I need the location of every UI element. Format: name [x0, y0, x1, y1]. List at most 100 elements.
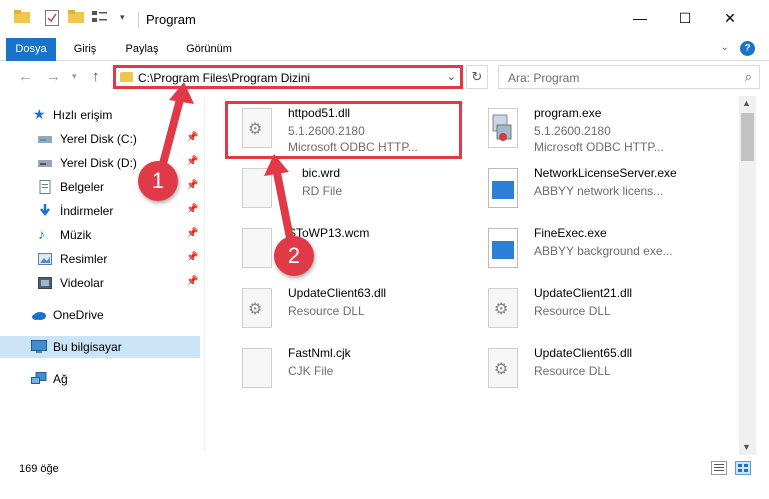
app-icon — [488, 228, 518, 268]
pin-icon[interactable]: 📌 — [186, 228, 198, 239]
star-icon: ★ — [33, 106, 46, 122]
file-item[interactable]: UpdateClient21.dll Resource DLL — [472, 280, 712, 336]
view-options-icon[interactable] — [92, 10, 110, 27]
file-item[interactable]: FastNml.cjk CJK File — [226, 340, 466, 396]
videos-icon — [38, 276, 52, 290]
ribbon-tabs: Dosya Giriş Paylaş Görünüm ⌄ ? — [0, 38, 769, 61]
gear-file-icon — [242, 288, 272, 328]
file-name: bic.wrd — [302, 166, 341, 180]
cloud-icon — [31, 308, 46, 322]
pin-icon[interactable]: 📌 — [186, 156, 198, 167]
forward-arrow-icon[interactable]: → — [46, 68, 61, 85]
pictures-icon — [38, 252, 52, 266]
new-folder-icon[interactable] — [68, 10, 84, 27]
file-name: FineExec.exe — [534, 226, 607, 240]
properties-icon[interactable] — [45, 10, 59, 29]
download-icon — [38, 204, 52, 218]
music-icon: ♪ — [38, 226, 45, 242]
search-icon[interactable]: ⌕ — [745, 69, 752, 85]
file-item[interactable]: bic.wrd RD File — [226, 160, 466, 216]
scrollbar-thumb[interactable] — [741, 113, 754, 161]
file-item[interactable]: SToWP13.wcm — [226, 220, 466, 276]
up-arrow-icon[interactable]: ↑ — [92, 68, 100, 85]
tab-dosya[interactable]: Dosya — [6, 38, 56, 61]
back-arrow-icon[interactable]: ← — [18, 68, 33, 85]
sidebar-item-label: Müzik — [60, 228, 92, 242]
blank-file-icon — [242, 348, 272, 388]
file-type: Resource DLL — [534, 364, 611, 378]
address-bar[interactable]: C:\Program Files\Program Dizini ⌄ — [113, 65, 463, 89]
blank-file-icon — [242, 168, 272, 208]
pin-icon[interactable]: 📌 — [186, 180, 198, 191]
file-item[interactable]: FineExec.exe ABBYY background exe... — [472, 220, 712, 276]
minimize-button[interactable]: — — [630, 8, 650, 28]
sidebar-item-videos[interactable]: Videolar 📌 — [0, 272, 200, 294]
gear-file-icon — [488, 288, 518, 328]
file-name: UpdateClient21.dll — [534, 286, 633, 300]
sidebar-item-label: OneDrive — [53, 308, 104, 322]
file-name: UpdateClient63.dll — [288, 286, 387, 300]
file-type: RD File — [302, 184, 343, 198]
sidebar-item-music[interactable]: ♪ Müzik 📌 — [0, 224, 200, 246]
file-item[interactable]: UpdateClient63.dll Resource DLL — [226, 280, 466, 336]
file-item[interactable]: program.exe 5.1.2600.2180 Microsoft ODBC… — [472, 100, 712, 156]
file-type: Resource DLL — [534, 304, 611, 318]
title-bar: ▾ Program — ☐ ✕ — [0, 0, 769, 38]
close-button[interactable]: ✕ — [720, 8, 740, 28]
file-type: CJK File — [288, 364, 334, 378]
tab-giris[interactable]: Giriş — [64, 38, 106, 61]
window-title: Program — [146, 12, 196, 27]
file-item[interactable]: NetworkLicenseServer.exe ABBYY network l… — [472, 160, 712, 216]
sidebar-item-quick-access[interactable]: ★ Hızlı erişim — [0, 104, 200, 126]
sidebar-item-local-disk-c[interactable]: Yerel Disk (C:) 📌 — [0, 128, 200, 150]
folder-icon — [14, 10, 30, 27]
step-2-badge: 2 — [274, 236, 314, 276]
address-folder-icon — [120, 72, 133, 82]
sidebar-item-pictures[interactable]: Resimler 📌 — [0, 248, 200, 270]
app-icon — [488, 168, 518, 208]
file-description: ABBYY network licens... — [534, 184, 664, 198]
network-icon — [31, 372, 47, 386]
sidebar-item-this-pc[interactable]: Bu bilgisayar — [0, 336, 200, 358]
drive-icon — [38, 132, 52, 146]
file-item[interactable]: UpdateClient65.dll Resource DLL — [472, 340, 712, 396]
scroll-down-icon[interactable]: ▼ — [742, 442, 751, 452]
blank-file-icon — [242, 228, 272, 268]
search-placeholder: Ara: Program — [508, 71, 580, 85]
file-type: Resource DLL — [288, 304, 365, 318]
sidebar-item-downloads[interactable]: İndirmeler 📌 — [0, 200, 200, 222]
refresh-button[interactable]: ↻ — [466, 65, 488, 89]
documents-icon — [38, 180, 52, 194]
sidebar-item-network[interactable]: Ağ — [0, 368, 200, 390]
file-description: ABBYY background exe... — [534, 244, 673, 258]
gear-file-icon — [488, 348, 518, 388]
sidebar-item-label: Bu bilgisayar — [53, 340, 122, 354]
tiles-view-icon[interactable] — [735, 461, 751, 475]
file-name: NetworkLicenseServer.exe — [534, 166, 677, 180]
recent-locations-chevron-icon[interactable]: ▾ — [72, 71, 77, 82]
status-bar: 169 öğe — [0, 455, 769, 499]
file-name: UpdateClient65.dll — [534, 346, 633, 360]
file-version: 5.1.2600.2180 — [534, 124, 611, 138]
tab-paylas[interactable]: Paylaş — [118, 38, 166, 61]
sidebar-item-onedrive[interactable]: OneDrive — [0, 304, 200, 326]
search-input[interactable]: Ara: Program ⌕ — [498, 65, 760, 89]
details-view-icon[interactable] — [711, 461, 727, 475]
vertical-scrollbar[interactable]: ▲ ▼ — [739, 96, 756, 455]
expand-ribbon-icon[interactable]: ⌄ — [721, 42, 729, 53]
tab-gorunum[interactable]: Görünüm — [178, 38, 240, 61]
maximize-button[interactable]: ☐ — [675, 8, 695, 28]
pin-icon[interactable]: 📌 — [186, 132, 198, 143]
sidebar-item-label: Yerel Disk (D:) — [60, 156, 137, 170]
exe-icon — [488, 108, 518, 148]
pin-icon[interactable]: 📌 — [186, 204, 198, 215]
pin-icon[interactable]: 📌 — [186, 252, 198, 263]
address-dropdown-icon[interactable]: ⌄ — [447, 70, 456, 83]
sidebar-item-label: Ağ — [53, 372, 68, 386]
pin-icon[interactable]: 📌 — [186, 276, 198, 287]
customize-toolbar-chevron-icon[interactable]: ▾ — [120, 12, 125, 23]
help-button[interactable]: ? — [740, 41, 755, 56]
scroll-up-icon[interactable]: ▲ — [742, 98, 751, 108]
sidebar-item-label: Hızlı erişim — [53, 108, 113, 122]
sidebar-item-label: İndirmeler — [60, 204, 114, 218]
